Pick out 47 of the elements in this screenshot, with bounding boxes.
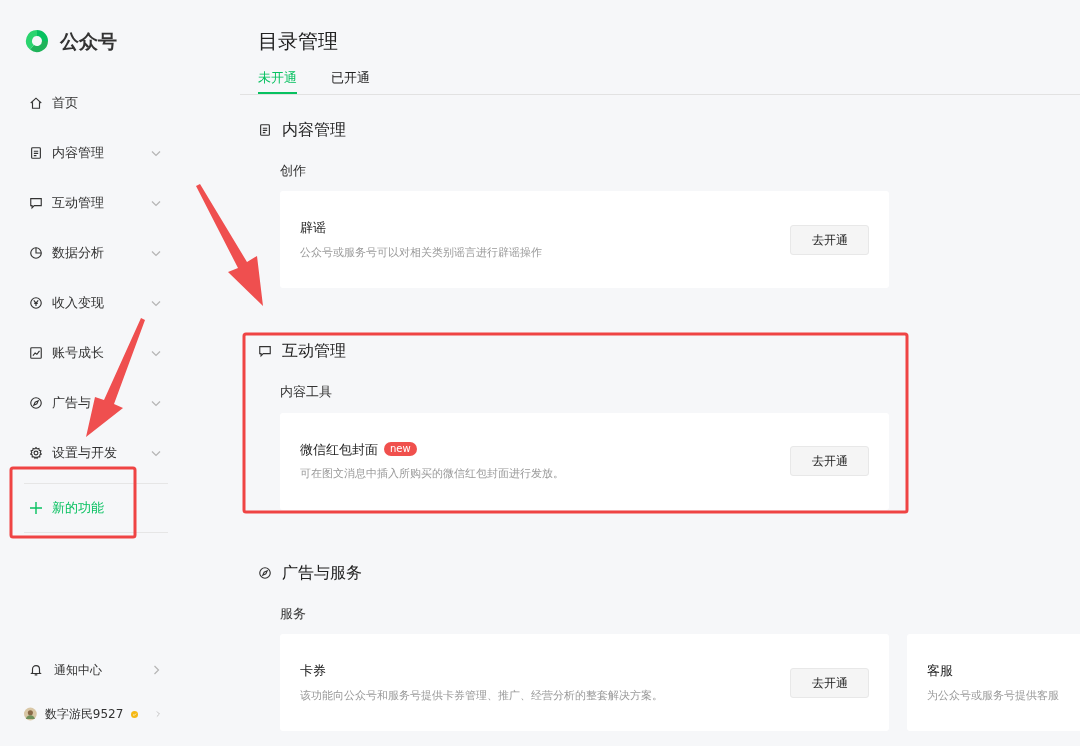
- group-title: 内容工具: [280, 383, 333, 401]
- brand-name: 公众号: [60, 29, 117, 54]
- section-title: 广告与服务: [282, 561, 362, 584]
- logo-icon: [24, 28, 50, 55]
- activate-button[interactable]: 去开通: [790, 667, 869, 698]
- pie-chart-icon: [29, 245, 43, 260]
- plus-icon: [29, 500, 43, 515]
- compass-icon: [29, 395, 43, 410]
- settings-icon: [29, 445, 43, 460]
- sidebar-item[interactable]: 广告与: [24, 377, 168, 428]
- sidebar-item[interactable]: 互动管理: [24, 177, 168, 228]
- sidebar-item[interactable]: 收入变现: [24, 277, 168, 328]
- new-badge: new: [384, 442, 417, 457]
- bell-icon: [29, 663, 43, 677]
- group-title: 服务: [280, 604, 307, 623]
- verified-badge-icon: [131, 708, 139, 720]
- page-title: 目录管理: [258, 28, 339, 55]
- feature-name: 辟谣: [300, 219, 326, 237]
- document-icon: [258, 122, 272, 137]
- tab[interactable]: 已开通: [331, 68, 370, 94]
- section-title: 互动管理: [282, 340, 346, 362]
- feature-description: 为公众号或服务号提供客服: [927, 687, 1060, 704]
- sidebar-item[interactable]: 设置与开发: [24, 427, 168, 478]
- chevron-right-icon: [154, 708, 162, 720]
- feature-name: 卡券: [300, 662, 326, 680]
- compass-icon: [258, 565, 272, 580]
- sidebar-item[interactable]: 账号成长: [24, 327, 168, 378]
- section-title: 内容管理: [282, 118, 346, 141]
- chat-icon: [29, 195, 43, 210]
- group-title: 创作: [280, 161, 307, 180]
- home-icon: [29, 95, 43, 110]
- activate-button[interactable]: 去开通: [790, 446, 869, 476]
- sidebar-item[interactable]: 首页: [24, 77, 168, 128]
- trend-chart-icon: [29, 345, 43, 360]
- activate-button[interactable]: 去开通: [790, 224, 869, 255]
- feature-name: 微信红包封面: [300, 440, 378, 459]
- feature-description: 可在图文消息中插入所购买的微信红包封面进行发放。: [300, 466, 565, 482]
- chat-icon: [258, 344, 272, 358]
- notification-item[interactable]: 通知中心: [24, 648, 168, 692]
- account-item[interactable]: 数字游民9527: [24, 692, 168, 736]
- feature-description: 该功能向公众号和服务号提供卡券管理、推广、经营分析的整套解决方案。: [300, 687, 664, 704]
- document-icon: [29, 145, 43, 160]
- feature-name: 客服: [927, 662, 953, 680]
- sidebar-item[interactable]: 数据分析: [24, 227, 168, 278]
- yen-icon: [29, 295, 43, 310]
- sidebar-item[interactable]: 内容管理: [24, 127, 168, 178]
- feature-description: 公众号或服务号可以对相关类别谣言进行辟谣操作: [300, 244, 543, 261]
